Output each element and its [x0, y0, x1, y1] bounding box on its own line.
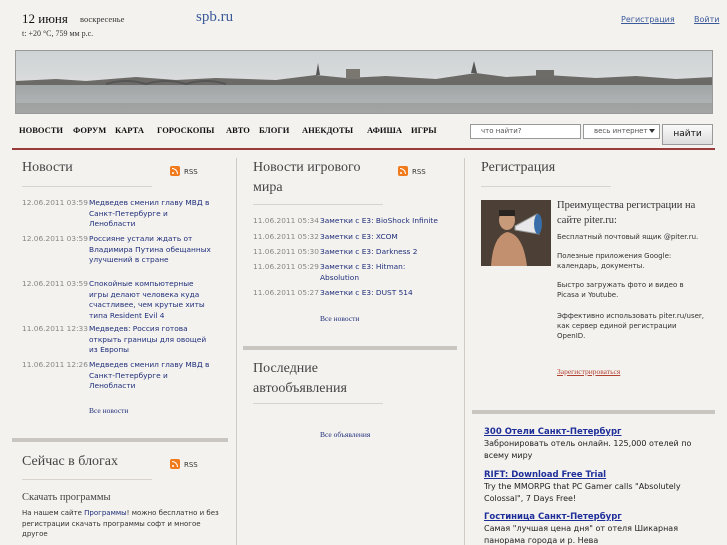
blogs-title: Сейчас в блогах [22, 454, 119, 469]
chevron-down-icon [649, 129, 655, 133]
games-link[interactable]: Заметки с E3: Hitman: Absolution [320, 262, 445, 283]
registration-benefit: Быстро загружать фото и видео в Picasa и… [557, 281, 684, 299]
ad-title[interactable]: Гостиница Санкт-Петербург [484, 511, 714, 523]
title-rule [22, 479, 152, 480]
registration-photo [481, 200, 551, 266]
news-link[interactable]: Спокойные компьютерные игры делают челов… [89, 279, 214, 321]
games-link[interactable]: Заметки с E3: BioShock Infinite [320, 216, 445, 227]
nav-horoscopes[interactable]: ГОРОСКОПЫ [157, 125, 214, 135]
rss-icon [170, 459, 180, 469]
news-link[interactable]: Россияне устали ждать от Владимира Путин… [89, 234, 214, 266]
games-time: 11.06.2011 05:32 [253, 232, 319, 241]
games-link[interactable]: Заметки с E3: XCOM [320, 232, 445, 243]
rss-label: RSS [184, 461, 198, 469]
nav-blogs[interactable]: БЛОГИ [259, 125, 289, 135]
registration-title: Регистрация [481, 160, 556, 175]
login-link[interactable]: Войти [694, 15, 719, 24]
blog-text-part: На нашем сайте [22, 509, 85, 517]
rss-icon [170, 166, 180, 176]
search-button[interactable]: найти [662, 124, 713, 145]
registration-benefits-title: Преимущества регистрации на сайте piter.… [557, 200, 696, 226]
header-weather: t: +20 °C, 759 мм р.с. [22, 29, 94, 38]
games-rss[interactable]: RSS [398, 166, 426, 176]
all-autos-link[interactable]: Все объявления [320, 430, 370, 439]
news-link[interactable]: Медведев: Россия готова открыть границы … [89, 324, 214, 356]
games-time: 11.06.2011 05:29 [253, 262, 319, 271]
programs-link[interactable]: Программы [84, 509, 127, 517]
site-logo[interactable]: spb.ru [196, 9, 233, 26]
section-divider [472, 410, 715, 414]
nav-afisha[interactable]: АФИША [367, 125, 402, 135]
ad-block[interactable]: 300 Отели Санкт-Петербург Забронировать … [484, 426, 714, 462]
city-panorama-image [15, 50, 713, 114]
registration-benefit: Бесплатный почтовый ящик @piter.ru. [557, 233, 699, 241]
rss-label: RSS [412, 168, 426, 176]
search-scope-value: весь интернет [594, 127, 648, 135]
news-rss[interactable]: RSS [170, 166, 198, 176]
title-rule [253, 204, 383, 205]
ad-block[interactable]: Гостиница Санкт-Петербург Самая "лучшая … [484, 511, 714, 545]
section-divider [243, 346, 457, 350]
search-scope-select[interactable]: весь интернет [583, 124, 660, 139]
nav-forum[interactable]: ФОРУМ [73, 125, 106, 135]
nav-news[interactable]: НОВОСТИ [19, 125, 63, 135]
register-button[interactable]: Зарегистрироваться [557, 367, 620, 376]
all-games-link[interactable]: Все новости [320, 314, 359, 323]
nav-map[interactable]: КАРТА [115, 125, 144, 135]
news-link[interactable]: Медведев сменил главу МВД в Санкт-Петерб… [89, 198, 214, 230]
games-time: 11.06.2011 05:34 [253, 216, 319, 225]
news-time: 11.06.2011 12:33 [22, 324, 88, 333]
nav-auto[interactable]: АВТО [226, 125, 250, 135]
ad-title[interactable]: RIFT: Download Free Trial [484, 469, 714, 481]
title-rule [481, 186, 611, 187]
games-title: Новости игрового мира [253, 160, 361, 195]
title-rule [253, 403, 383, 404]
blogs-rss[interactable]: RSS [170, 459, 198, 469]
rss-icon [398, 166, 408, 176]
ad-title[interactable]: 300 Отели Санкт-Петербург [484, 426, 714, 438]
nav-games[interactable]: ИГРЫ [411, 125, 437, 135]
games-time: 11.06.2011 05:30 [253, 247, 319, 256]
search-input[interactable]: что найти? [470, 124, 581, 139]
news-time: 12.06.2011 03:59 [22, 234, 88, 243]
all-news-link[interactable]: Все новости [89, 406, 128, 415]
column-divider [236, 158, 237, 545]
blog-post-title[interactable]: Скачать программы [22, 492, 111, 503]
registration-benefit: Эффективно использовать piter.ru/user, к… [557, 312, 704, 340]
ad-text: Забронировать отель онлайн. 125,000 отел… [484, 439, 692, 460]
games-time: 11.06.2011 05:27 [253, 288, 319, 297]
ad-text: Try the MMORPG that PC Gamer calls "Abso… [484, 482, 681, 503]
registration-benefit: Полезные приложения Google: календарь, д… [557, 252, 672, 270]
blog-post-excerpt: На нашем сайте Программы! можно бесплатн… [22, 508, 222, 540]
nav-jokes[interactable]: АНЕКДОТЫ [302, 125, 353, 135]
section-divider [12, 438, 228, 442]
autos-title: Последние автообъявления [253, 361, 347, 396]
ad-text: Самая "лучшая цена дня" от отеля Шикарна… [484, 524, 679, 545]
ad-block[interactable]: RIFT: Download Free Trial Try the MMORPG… [484, 469, 714, 505]
news-title: Новости [22, 160, 73, 175]
nav-divider [12, 148, 715, 150]
register-link[interactable]: Регистрация [621, 15, 675, 24]
header-date: 12 июня [22, 11, 68, 26]
rss-label: RSS [184, 168, 198, 176]
news-time: 12.06.2011 03:59 [22, 198, 88, 207]
header-weekday: воскресенье [80, 14, 125, 24]
column-divider [464, 158, 465, 545]
news-time: 12.06.2011 03:59 [22, 279, 88, 288]
title-rule [22, 186, 152, 187]
news-time: 11.06.2011 12:26 [22, 360, 88, 369]
games-link[interactable]: Заметки с E3: Darkness 2 [320, 247, 445, 258]
games-link[interactable]: Заметки с E3: DUST 514 [320, 288, 445, 299]
news-link[interactable]: Медведев сменил главу МВД в Санкт-Петерб… [89, 360, 214, 392]
